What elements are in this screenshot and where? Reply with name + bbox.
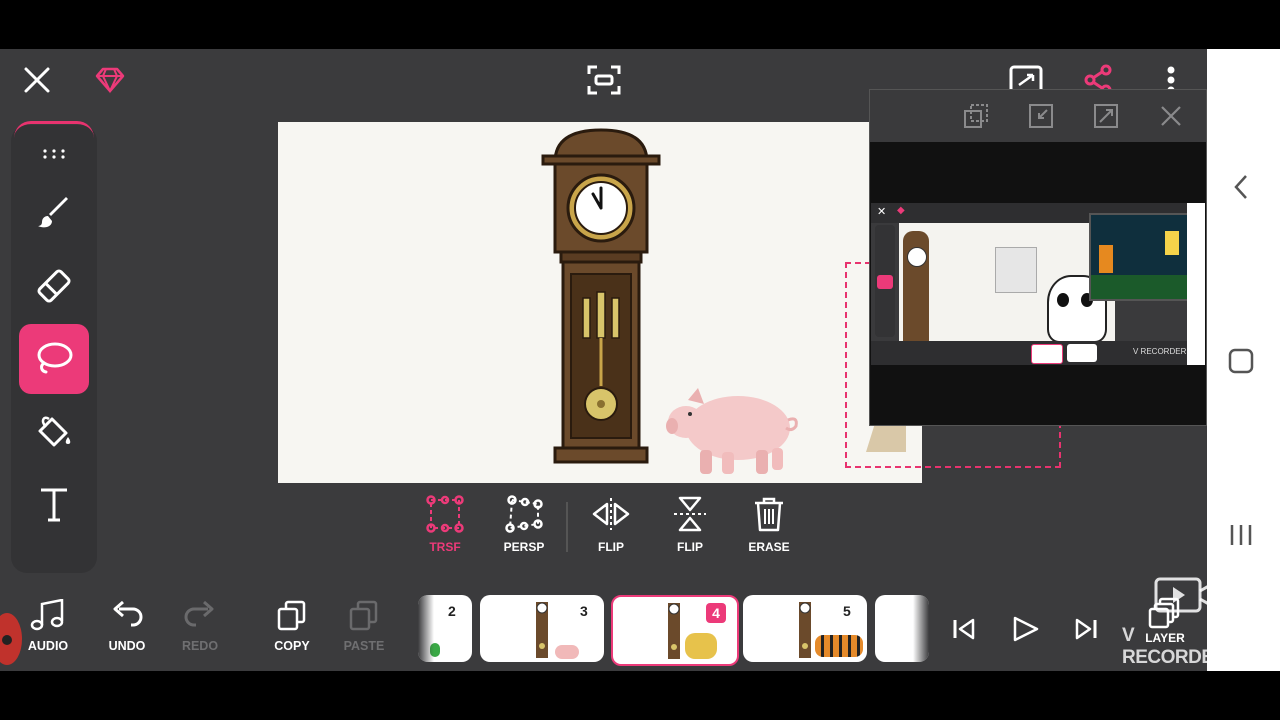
transform-label: TRSF bbox=[429, 540, 461, 554]
clock-thumb bbox=[799, 602, 811, 658]
close-icon[interactable] bbox=[17, 60, 57, 100]
fit-screen-icon[interactable] bbox=[584, 60, 624, 100]
mini-gem-icon: ◆ bbox=[897, 205, 905, 216]
paste-label: PASTE bbox=[343, 639, 385, 653]
mini-screen-preview: ✕ ◆ V RECORDER bbox=[871, 203, 1205, 365]
pip-copy-icon[interactable] bbox=[956, 96, 996, 136]
audio-button[interactable]: AUDIO bbox=[13, 599, 83, 659]
grandfather-clock-image[interactable] bbox=[541, 128, 661, 474]
frame-thumbnail[interactable]: 2 bbox=[418, 595, 472, 662]
animation-editor-app: TRSF PERSP FLIP FLIP ERASE AUDIO UNDO RE… bbox=[0, 49, 1207, 671]
mini-nested-preview bbox=[1089, 213, 1189, 301]
maximize-window-icon[interactable] bbox=[1086, 96, 1126, 136]
erase-label: ERASE bbox=[748, 540, 790, 554]
undo-icon bbox=[113, 600, 143, 627]
mini-frame bbox=[1031, 344, 1063, 364]
strip-fade bbox=[418, 595, 434, 662]
perspective-button[interactable]: PERSP bbox=[489, 494, 559, 566]
redo-button[interactable]: REDO bbox=[165, 599, 235, 659]
erase-button[interactable]: ERASE bbox=[734, 494, 804, 566]
mini-toolbar bbox=[875, 225, 895, 337]
redo-icon bbox=[184, 600, 214, 627]
mini-panda-eye bbox=[1057, 293, 1069, 307]
frame-thumbnail[interactable]: 3 bbox=[480, 595, 604, 662]
close-window-icon[interactable] bbox=[1151, 96, 1191, 136]
frame-thumbnail-selected[interactable]: 4 bbox=[611, 595, 739, 666]
previous-frame-icon[interactable] bbox=[944, 609, 984, 649]
drawing-toolbar bbox=[11, 121, 97, 573]
copy-button[interactable]: COPY bbox=[257, 599, 327, 659]
minimize-window-icon[interactable] bbox=[1021, 96, 1061, 136]
clock-thumb bbox=[536, 602, 548, 658]
lasso-icon[interactable] bbox=[19, 324, 89, 394]
record-dot bbox=[2, 635, 12, 645]
mini-clock-face bbox=[907, 247, 927, 267]
tiger-thumb bbox=[815, 635, 863, 657]
back-nav-icon[interactable] bbox=[1221, 167, 1261, 207]
floating-window-bar bbox=[870, 90, 1206, 142]
perspective-label: PERSP bbox=[503, 540, 545, 554]
audio-label: AUDIO bbox=[27, 639, 69, 653]
frame-number: 3 bbox=[580, 603, 588, 619]
perspective-icon bbox=[505, 495, 543, 533]
recents-nav-icon[interactable] bbox=[1221, 515, 1261, 555]
clock-thumb bbox=[668, 603, 680, 659]
mini-nested-clock bbox=[1099, 245, 1113, 273]
undo-label: UNDO bbox=[108, 639, 146, 653]
paste-icon bbox=[349, 600, 378, 631]
mini-frame bbox=[1067, 344, 1097, 362]
mini-close-icon: ✕ bbox=[877, 206, 887, 218]
flip-horizontal-icon bbox=[592, 498, 630, 530]
strip-fade bbox=[913, 595, 929, 662]
system-navigation-bar bbox=[1207, 49, 1280, 671]
redo-label: REDO bbox=[181, 639, 219, 653]
mini-sysnav bbox=[1187, 203, 1205, 365]
paste-button[interactable]: PASTE bbox=[329, 599, 399, 659]
music-note-icon bbox=[30, 599, 64, 631]
mini-bottombar: V RECORDER bbox=[871, 341, 1187, 365]
flip-vertical-label: FLIP bbox=[677, 540, 703, 554]
trash-icon bbox=[755, 497, 783, 532]
flip-horizontal-button[interactable]: FLIP bbox=[576, 494, 646, 566]
eraser-icon[interactable] bbox=[19, 251, 89, 321]
drawing-canvas[interactable] bbox=[278, 122, 922, 483]
mini-lasso bbox=[877, 275, 893, 289]
copy-icon bbox=[277, 600, 306, 631]
brush-icon[interactable] bbox=[19, 178, 89, 248]
frame-thumbnail[interactable]: 5 bbox=[743, 595, 867, 662]
frame-number: 5 bbox=[843, 603, 851, 619]
cat-thumb bbox=[685, 633, 717, 659]
pig-image[interactable] bbox=[664, 384, 804, 478]
premium-gem-icon[interactable] bbox=[90, 60, 130, 100]
text-icon[interactable] bbox=[19, 470, 89, 540]
copy-label: COPY bbox=[274, 639, 310, 653]
recorder-watermark-text: V RECORDER bbox=[1122, 625, 1207, 668]
home-nav-icon[interactable] bbox=[1221, 341, 1261, 381]
transform-icon bbox=[426, 495, 464, 533]
mini-nested-ground bbox=[1091, 275, 1187, 299]
recorder-watermark-icon bbox=[1153, 575, 1207, 617]
play-icon[interactable] bbox=[1005, 609, 1045, 649]
mini-canvas bbox=[899, 223, 1115, 343]
next-frame-icon[interactable] bbox=[1066, 609, 1106, 649]
transform-toolbar: TRSF PERSP FLIP FLIP ERASE bbox=[415, 494, 810, 566]
mini-nested-window bbox=[1165, 231, 1179, 255]
frame-number-selected: 4 bbox=[706, 603, 726, 623]
transform-button[interactable]: TRSF bbox=[410, 494, 480, 566]
floating-preview-window[interactable]: ✕ ◆ V RECORDER bbox=[869, 89, 1207, 426]
fill-bucket-icon[interactable] bbox=[19, 397, 89, 467]
toolbar-divider bbox=[566, 502, 568, 552]
frame-number: 2 bbox=[448, 603, 456, 619]
flip-vertical-button[interactable]: FLIP bbox=[655, 494, 725, 566]
flip-horizontal-label: FLIP bbox=[598, 540, 624, 554]
mini-goat bbox=[995, 247, 1037, 293]
pig-thumb bbox=[555, 645, 579, 659]
flip-vertical-icon bbox=[674, 496, 706, 532]
undo-button[interactable]: UNDO bbox=[92, 599, 162, 659]
mini-recorder-text: V RECORDER bbox=[1133, 347, 1187, 356]
frame-thumbnail[interactable] bbox=[875, 595, 929, 662]
